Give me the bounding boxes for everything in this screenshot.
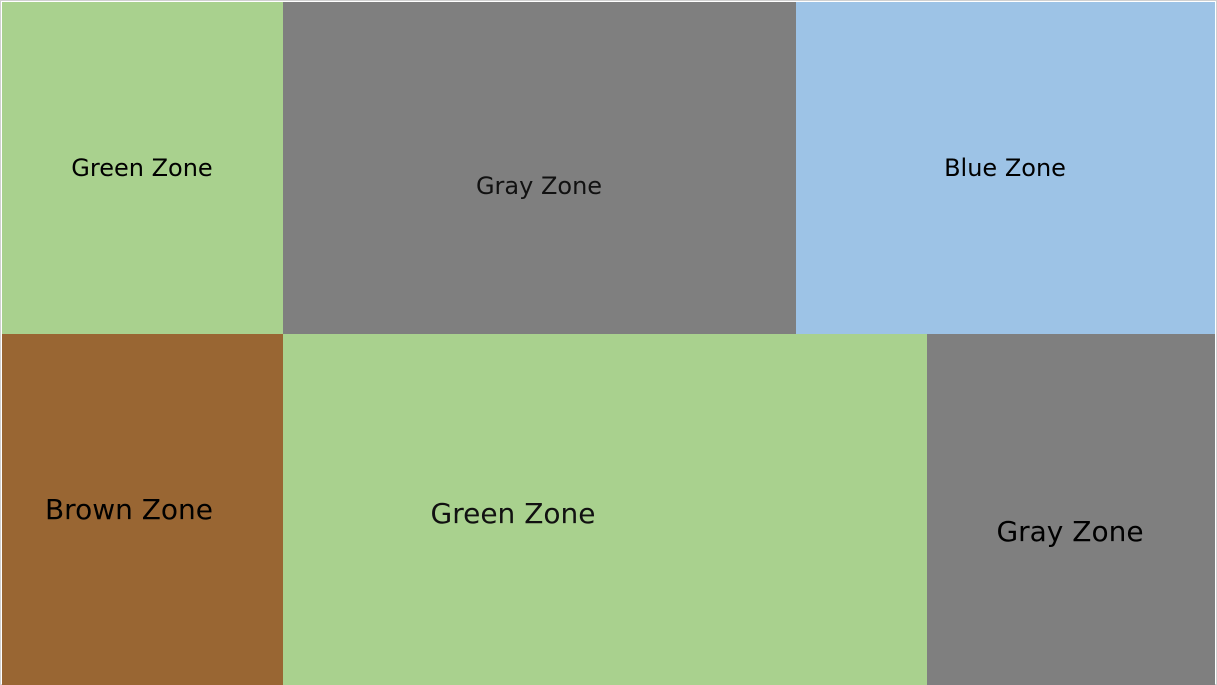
gray-zone-top-center: Gray Zone (283, 2, 796, 334)
zone-map-canvas: Green Zone Gray Zone Blue Zone Brown Zon… (0, 0, 1217, 685)
brown-zone-bottom-left: Brown Zone (2, 334, 283, 685)
gray-zone-bottom-right: Gray Zone (927, 334, 1215, 685)
zone-label: Green Zone (71, 154, 213, 182)
zone-label: Gray Zone (996, 515, 1144, 548)
zone-label: Brown Zone (44, 493, 214, 526)
zone-label: Gray Zone (475, 172, 603, 200)
zone-label: Green Zone (430, 497, 596, 530)
blue-zone-top-right: Blue Zone (796, 2, 1215, 334)
green-zone-top-left: Green Zone (2, 2, 283, 334)
green-zone-bottom-center: Green Zone (283, 334, 927, 685)
zone-label: Blue Zone (944, 154, 1066, 182)
